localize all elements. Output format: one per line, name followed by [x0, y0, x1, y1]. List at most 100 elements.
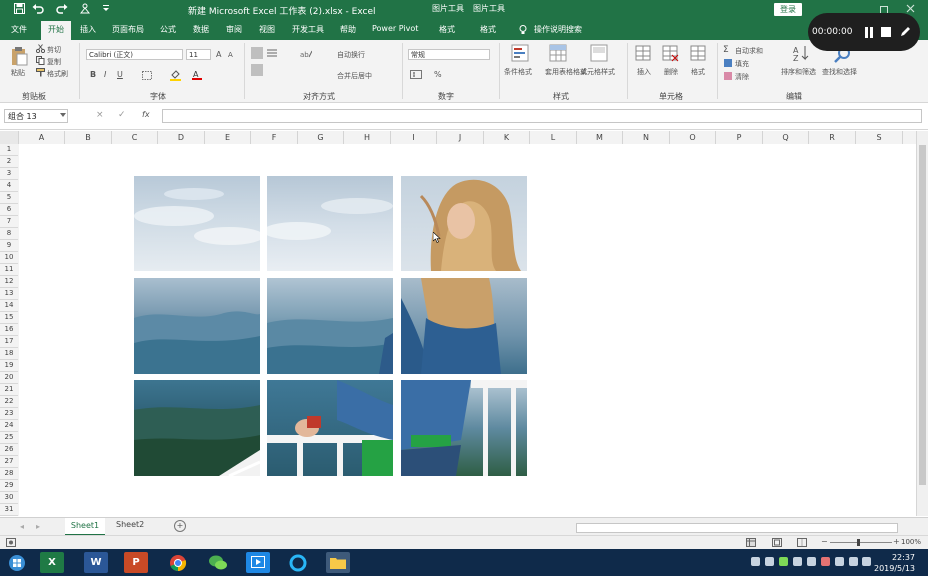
zoom-out-icon[interactable]: −	[821, 537, 828, 546]
browser-app-icon[interactable]	[286, 552, 310, 573]
column-header[interactable]: F	[251, 131, 298, 144]
tray-cloud-icon[interactable]	[793, 557, 802, 566]
tab-file[interactable]: 文件	[11, 24, 27, 35]
row-header[interactable]: 30	[0, 492, 18, 504]
taskbar-clock[interactable]: 22:37 2019/5/13	[874, 552, 915, 574]
row-header[interactable]: 16	[0, 324, 18, 336]
video-app-icon[interactable]	[246, 552, 270, 573]
delete-cells-icon[interactable]	[661, 44, 679, 62]
vertical-scrollbar[interactable]	[916, 131, 928, 516]
column-header[interactable]: P	[716, 131, 763, 144]
merge-center-button[interactable]: 合并后居中	[337, 71, 372, 81]
row-header[interactable]: 23	[0, 408, 18, 420]
fill-color-icon[interactable]	[170, 70, 181, 84]
sheet-tab-sheet1[interactable]: Sheet1	[65, 518, 105, 536]
conditional-format-icon[interactable]	[511, 44, 529, 62]
format-painter-icon[interactable]	[36, 68, 45, 80]
format-painter-button[interactable]: 格式刷	[47, 69, 68, 79]
column-header[interactable]: E	[205, 131, 251, 144]
format-as-table-icon[interactable]	[549, 44, 567, 62]
tab-page-layout[interactable]: 页面布局	[112, 24, 144, 35]
horizontal-scrollbar[interactable]	[576, 523, 898, 533]
delete-cells-button[interactable]: 删除	[664, 67, 678, 77]
row-header[interactable]: 29	[0, 480, 18, 492]
row-header[interactable]: 28	[0, 468, 18, 480]
percent-style-button[interactable]: %	[434, 70, 442, 79]
row-header[interactable]: 8	[0, 228, 18, 240]
confirm-entry-button[interactable]: ✓	[118, 110, 126, 120]
customize-qat-icon[interactable]	[102, 3, 110, 17]
column-header[interactable]: O	[670, 131, 716, 144]
picture-tile[interactable]	[401, 176, 527, 271]
zoom-level[interactable]: 100%	[901, 538, 921, 546]
format-cells-icon[interactable]	[689, 44, 707, 62]
tab-format-drawing[interactable]: 格式	[480, 24, 496, 35]
row-header[interactable]: 14	[0, 300, 18, 312]
font-name-combo[interactable]: Calibri (正文)	[86, 49, 183, 60]
login-button[interactable]: 登录	[774, 3, 802, 16]
font-size-combo[interactable]: 11	[186, 49, 211, 60]
undo-icon[interactable]	[32, 3, 44, 17]
accounting-format-icon[interactable]	[410, 70, 422, 82]
picture-tile[interactable]	[134, 176, 260, 271]
tab-view[interactable]: 视图	[259, 24, 275, 35]
picture-tile[interactable]	[134, 380, 260, 476]
row-header[interactable]: 31	[0, 504, 18, 516]
format-cells-button[interactable]: 格式	[691, 67, 705, 77]
column-header[interactable]: J	[437, 131, 484, 144]
insert-function-button[interactable]: fx	[142, 110, 150, 119]
row-header[interactable]: 18	[0, 348, 18, 360]
row-header[interactable]: 19	[0, 360, 18, 372]
scroll-sheet-left-icon[interactable]: ◂	[20, 522, 24, 531]
cell-styles-icon[interactable]	[590, 44, 608, 62]
zoom-slider[interactable]	[830, 542, 892, 543]
paste-button[interactable]: 粘贴	[11, 68, 25, 78]
pause-icon[interactable]	[864, 27, 874, 41]
word-app-icon[interactable]: W	[84, 552, 108, 573]
picture-tile[interactable]	[401, 278, 527, 374]
picture-tile[interactable]	[267, 380, 393, 476]
tab-help[interactable]: 帮助	[340, 24, 356, 35]
insert-cells-button[interactable]: 插入	[637, 67, 651, 77]
wrap-text-button[interactable]: 自动换行	[337, 50, 365, 60]
chrome-app-icon[interactable]	[166, 552, 190, 573]
cut-icon[interactable]	[35, 44, 46, 56]
sheet-tab-sheet2[interactable]: Sheet2	[116, 520, 144, 529]
chevron-down-icon[interactable]	[60, 111, 66, 121]
tab-review[interactable]: 审阅	[226, 24, 242, 35]
zoom-slider-thumb[interactable]	[857, 539, 860, 546]
column-header[interactable]: I	[391, 131, 437, 144]
align-middle-icon[interactable]	[267, 49, 277, 60]
row-header[interactable]: 2	[0, 156, 18, 168]
align-top-icon[interactable]	[251, 47, 263, 59]
wechat-app-icon[interactable]	[206, 552, 230, 573]
column-header[interactable]: C	[112, 131, 158, 144]
file-explorer-icon[interactable]	[326, 552, 350, 573]
tab-formulas[interactable]: 公式	[160, 24, 176, 35]
worksheet-grid[interactable]	[19, 144, 916, 516]
tell-me-search[interactable]: 操作说明搜索	[534, 24, 582, 35]
add-sheet-button[interactable]: +	[174, 520, 186, 532]
orientation-icon[interactable]: ab	[300, 49, 313, 61]
tray-wechat-icon[interactable]	[779, 557, 788, 566]
fill-button[interactable]: 填充	[735, 59, 749, 69]
autosum-icon[interactable]: Σ	[723, 45, 729, 55]
tray-wifi-icon[interactable]	[835, 557, 844, 566]
column-header[interactable]: S	[856, 131, 903, 144]
paste-icon[interactable]	[10, 46, 28, 66]
stop-icon[interactable]	[881, 27, 891, 40]
tray-ime-icon[interactable]	[765, 557, 774, 566]
row-header[interactable]: 3	[0, 168, 18, 180]
touch-mode-icon[interactable]	[79, 3, 91, 17]
row-header[interactable]: 17	[0, 336, 18, 348]
underline-button[interactable]: U	[117, 70, 123, 79]
column-header[interactable]: Q	[763, 131, 809, 144]
grow-font-icon[interactable]: A	[216, 50, 221, 59]
find-select-button[interactable]: 查找和选择	[822, 67, 857, 77]
tray-volume-icon[interactable]	[849, 557, 858, 566]
column-header[interactable]: N	[623, 131, 670, 144]
tray-network-icon[interactable]	[751, 557, 760, 566]
row-header[interactable]: 12	[0, 276, 18, 288]
tray-shield-icon[interactable]	[807, 557, 816, 566]
cell-styles-button[interactable]: 单元格样式	[580, 67, 615, 77]
